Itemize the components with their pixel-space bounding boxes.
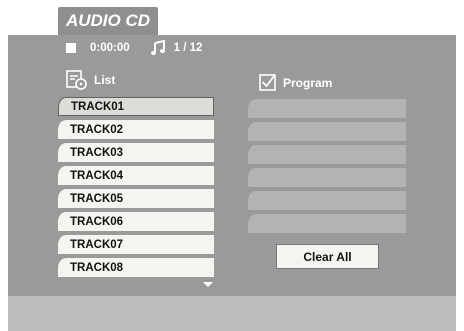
program-slot[interactable] <box>248 145 406 164</box>
program-header: Program <box>259 74 332 92</box>
program-slot[interactable] <box>248 168 406 187</box>
program-slot[interactable] <box>248 214 406 233</box>
program-slot[interactable] <box>248 191 406 210</box>
track-item-2[interactable]: TRACK02 <box>58 120 214 139</box>
track-item-4[interactable]: TRACK04 <box>58 166 214 185</box>
audio-cd-tab: AUDIO CD <box>58 7 158 35</box>
list-label: List <box>94 73 116 87</box>
playback-time: 0:00:00 <box>90 42 130 54</box>
track-item-8[interactable]: TRACK08 <box>58 258 214 277</box>
program-slot[interactable] <box>248 122 406 141</box>
track-item-5[interactable]: TRACK05 <box>58 189 214 208</box>
track-counter: 1 / 12 <box>173 42 203 54</box>
disc-list-icon <box>66 70 87 90</box>
footer-bar <box>8 296 456 331</box>
status-bar: 0:00:00 1 / 12 <box>66 37 202 59</box>
checkbox-icon <box>259 74 276 91</box>
track-item-3[interactable]: TRACK03 <box>58 143 214 162</box>
scroll-down-arrow-icon[interactable] <box>203 282 213 287</box>
music-note-icon <box>150 40 165 55</box>
clear-all-button[interactable]: Clear All <box>276 244 379 269</box>
stop-icon <box>66 43 76 53</box>
track-item-1[interactable]: TRACK01 <box>58 97 214 116</box>
list-header: List <box>66 70 115 90</box>
program-label: Program <box>283 76 333 90</box>
track-item-7[interactable]: TRACK07 <box>58 235 214 254</box>
track-item-6[interactable]: TRACK06 <box>58 212 214 231</box>
program-slot[interactable] <box>248 99 406 118</box>
